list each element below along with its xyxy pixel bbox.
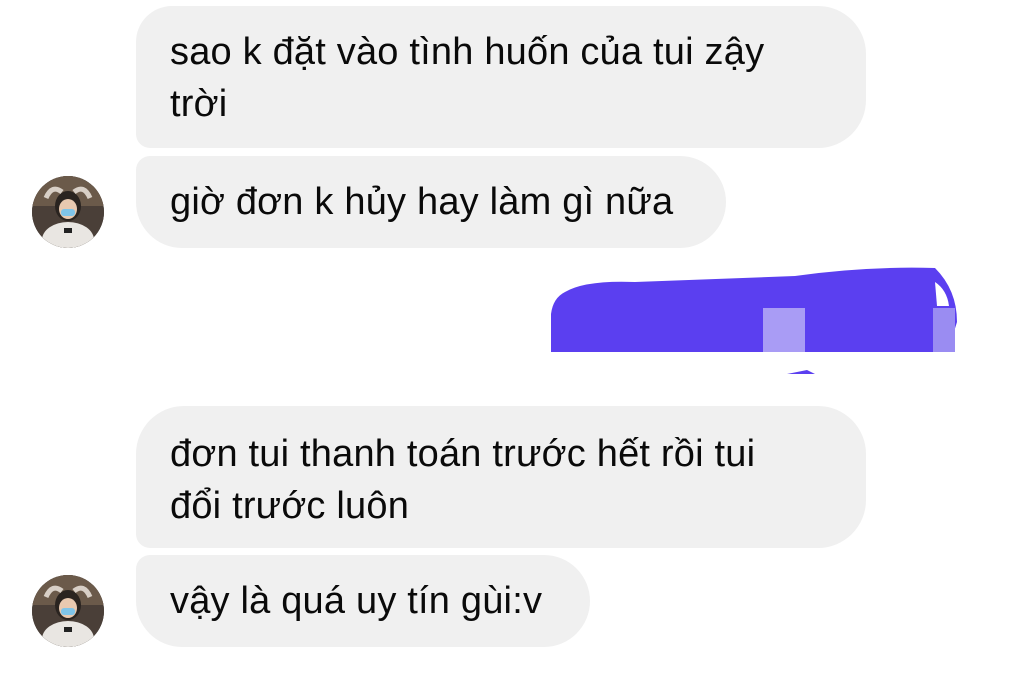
- chat-thread: sao k đặt vào tình huốn của tui zậy trời…: [0, 0, 1024, 674]
- redaction-scribble: [551, 267, 957, 374]
- avatar-photo-icon: [32, 176, 104, 248]
- message-bubble-incoming[interactable]: giờ đơn k hủy hay làm gì nữa: [136, 156, 726, 248]
- message-bubble-incoming[interactable]: đơn tui thanh toán trước hết rồi tui đổi…: [136, 406, 866, 548]
- message-text-line: đổi trước luôn: [170, 485, 410, 527]
- redacted-sent-message: [545, 262, 975, 392]
- message-text-line: trời: [170, 83, 228, 125]
- sender-avatar[interactable]: [32, 176, 104, 248]
- message-text-line: đơn tui thanh toán trước hết rồi tui: [170, 433, 756, 475]
- avatar-photo-icon: [32, 575, 104, 647]
- message-text-line: vậy là quá uy tín gùi:v: [170, 580, 543, 622]
- message-bubble-incoming[interactable]: sao k đặt vào tình huốn của tui zậy trời: [136, 6, 866, 148]
- sender-avatar[interactable]: [32, 575, 104, 647]
- message-text-line: sao k đặt vào tình huốn của tui zậy: [170, 31, 765, 73]
- message-text-line: giờ đơn k hủy hay làm gì nữa: [170, 181, 674, 223]
- message-bubble-incoming[interactable]: vậy là quá uy tín gùi:v: [136, 555, 590, 647]
